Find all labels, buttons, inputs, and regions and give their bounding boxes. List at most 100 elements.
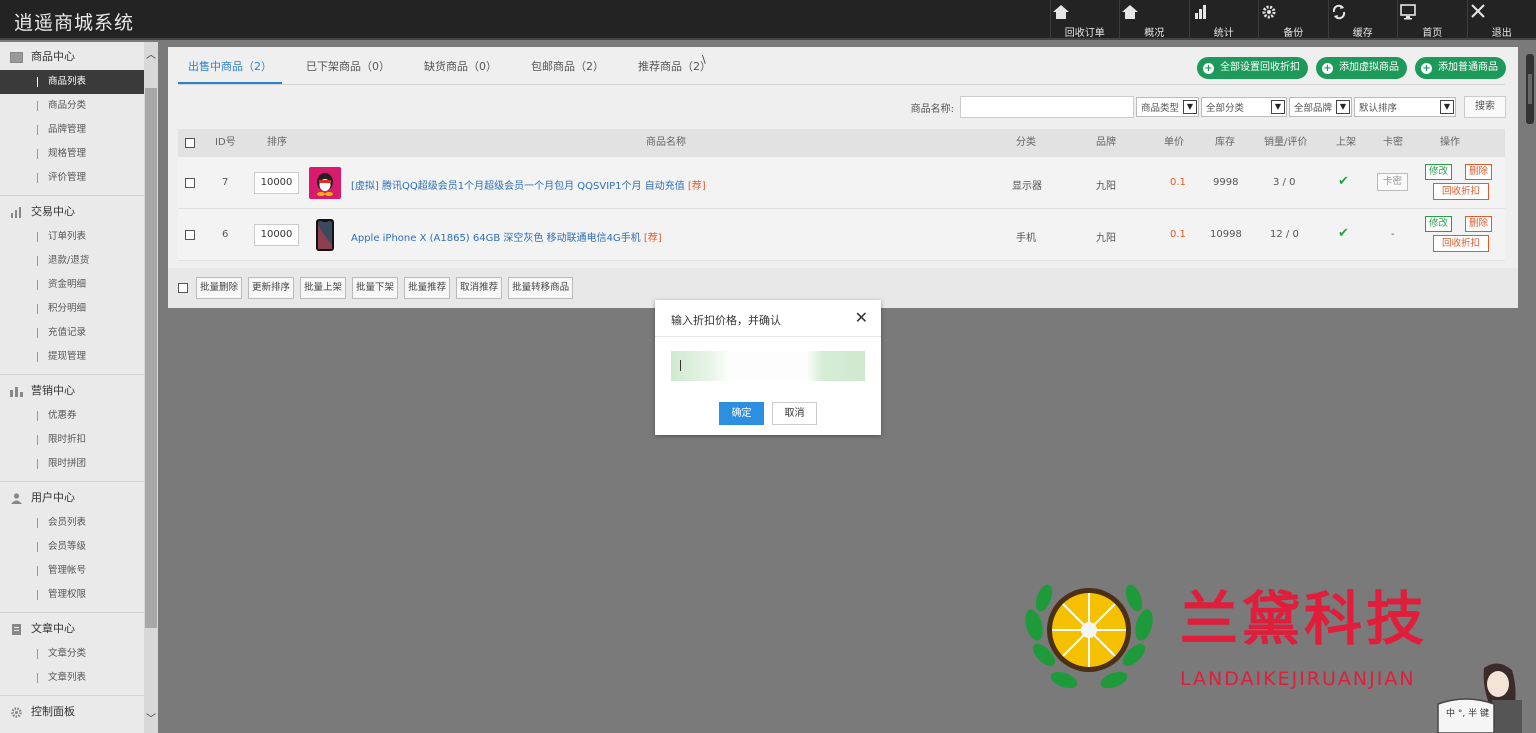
delete-button[interactable]: 删除 [1465,164,1493,180]
topnav-stats[interactable]: 统计 [1188,0,1259,40]
sidebar-item-admin-accounts[interactable]: 管理帐号 [0,559,158,583]
tab-free-shipping[interactable]: 包邮商品（2） [521,56,614,84]
sidebar-item-article-category[interactable]: 文章分类 [0,642,158,666]
sort-select[interactable]: 默认排序 ▼ [1354,97,1456,117]
discount-price-input[interactable] [671,351,865,381]
sidebar-item-article-list[interactable]: 文章列表 [0,666,158,690]
user-icon [11,492,22,504]
chevron-down-icon: ▼ [1182,100,1197,114]
sidebar-group-title[interactable]: 营销中心 [0,378,158,404]
batch-unlist-button[interactable]: 批量下架 [352,277,399,299]
sidebar-group-title[interactable]: 用户中心 [0,485,158,511]
sidebar-item-refund[interactable]: 退款/退货 [0,249,158,273]
card-key-button[interactable]: 卡密 [1377,173,1409,191]
add-virtual-goods-button[interactable]: + 添加虚拟商品 [1316,57,1407,79]
sidebar-item-orders[interactable]: 订单列表 [0,225,158,249]
batch-delete-button[interactable]: 批量删除 [196,277,243,299]
recycle-discount-button[interactable]: 回收折扣 [1433,235,1490,252]
batch-list-button[interactable]: 批量上架 [300,277,347,299]
select-all-checkbox[interactable] [185,138,195,148]
sidebar-item-goods-category[interactable]: 商品分类 [0,94,158,118]
chevron-down-icon: ▼ [1270,100,1285,114]
scroll-up-icon[interactable]: ︿ [146,46,156,61]
sidebar-item-members[interactable]: 会员列表 [0,511,158,535]
sidebar-group-title[interactable]: 控制面板 [0,699,158,725]
row-stock: 9998 [1213,177,1239,188]
goods-name-input[interactable] [959,96,1134,118]
tab-off-shelf[interactable]: 已下架商品（0） [296,56,400,84]
close-icon[interactable]: ✕ [855,309,868,327]
sidebar-item-withdraw[interactable]: 提现管理 [0,345,158,369]
iphone-thumbnail [316,219,334,251]
batch-move-button[interactable]: 批量转移商品 [508,277,574,299]
update-sort-button[interactable]: 更新排序 [248,277,295,299]
brand-select[interactable]: 全部品牌 ▼ [1288,97,1352,117]
tab-out-of-stock[interactable]: 缺货商品（0） [414,56,507,84]
col-listed: 上架 [1336,137,1356,148]
row-category: 手机 [1016,233,1036,244]
search-button[interactable]: 搜索 [1464,96,1506,118]
topnav-recycle-orders[interactable]: 回收订单 [1049,0,1120,40]
delete-button[interactable]: 删除 [1465,216,1493,232]
row-checkbox[interactable] [185,178,195,188]
sidebar-item-goods-list[interactable]: 商品列表 [0,70,144,94]
divider [0,612,144,613]
row-price: 0.1 [1170,177,1186,188]
recycle-discount-button[interactable]: 回收折扣 [1433,183,1490,200]
add-normal-goods-button[interactable]: + 添加普通商品 [1415,57,1506,79]
set-recycle-discount-button[interactable]: + 全部设置回收折扣 [1197,57,1308,79]
sidebar-item-member-level[interactable]: 会员等级 [0,535,158,559]
sidebar-group-title[interactable]: 商品中心 [0,44,158,70]
recommend-tag: [荐] [643,233,662,244]
row-sales: 3 / 0 [1273,177,1296,188]
batch-select-all-checkbox[interactable] [178,283,188,293]
product-name-link[interactable]: [虚拟] 腾讯QQ超级会员1个月超级会员一个月包月 QQSVIP1个月 自动充值… [351,177,706,192]
sidebar-item-coupon[interactable]: 优惠券 [0,404,158,428]
topnav-logout[interactable]: 退出 [1466,0,1536,40]
tab-on-sale[interactable]: 出售中商品（2） [178,56,282,84]
sidebar-group-title[interactable]: 交易中心 [0,199,158,225]
plus-icon: + [1203,62,1214,74]
sidebar-item-brand[interactable]: 品牌管理 [0,118,158,142]
cancel-button[interactable]: 取消 [772,402,817,425]
topnav-home[interactable]: 首页 [1397,0,1467,40]
text-caret [680,360,681,371]
sidebar-item-funds[interactable]: 资金明细 [0,273,158,297]
sort-input[interactable]: 10000 [254,172,299,194]
tab-recommended[interactable]: 推荐商品（2） [628,56,721,84]
topnav-cache[interactable]: 缓存 [1327,0,1398,40]
edit-button[interactable]: 修改 [1425,164,1453,180]
listed-check-icon[interactable]: ✔ [1338,226,1349,241]
sidebar-item-spec[interactable]: 规格管理 [0,142,158,166]
dialog-title: 输入折扣价格，并确认 [671,314,781,327]
sidebar-item-points[interactable]: 积分明细 [0,297,158,321]
topnav-backup[interactable]: 备份 [1258,0,1328,40]
row-card: - [1391,229,1395,240]
col-sort: 排序 [267,137,287,148]
sort-input[interactable]: 10000 [254,224,299,246]
product-name-link[interactable]: Apple iPhone X (A1865) 64GB 深空灰色 移动联通电信4… [351,229,662,244]
filter-bar: 商品名称: 商品类型 ▼ 全部分类 ▼ 全部品牌 ▼ 默认排序 ▼ 搜索 [911,96,1506,118]
listed-check-icon[interactable]: ✔ [1338,174,1349,189]
cancel-recommend-button[interactable]: 取消推荐 [456,277,503,299]
sidebar-item-discount[interactable]: 限时折扣 [0,428,158,452]
page-scrollbar[interactable] [1524,54,1536,124]
goods-type-select[interactable]: 商品类型 ▼ [1135,97,1199,117]
row-checkbox[interactable] [185,230,195,240]
row-brand: 九阳 [1096,233,1116,244]
category-select[interactable]: 全部分类 ▼ [1200,97,1287,117]
sidebar-item-review[interactable]: 评价管理 [0,166,158,190]
divider [178,84,1505,85]
topnav-overview[interactable]: 概况 [1119,0,1189,40]
bar-chart-icon [1194,5,1206,19]
edit-button[interactable]: 修改 [1425,216,1453,232]
sidebar-item-groupbuy[interactable]: 限时拼团 [0,452,158,476]
refresh-icon [1332,4,1345,20]
batch-recommend-button[interactable]: 批量推荐 [404,277,451,299]
sidebar-group-goods: 商品中心 商品列表 商品分类 品牌管理 规格管理 评价管理 [0,42,158,190]
sidebar-item-recharge[interactable]: 充值记录 [0,321,158,345]
sidebar-item-permissions[interactable]: 管理权限 [0,583,158,607]
sidebar-group-title[interactable]: 文章中心 [0,616,158,642]
confirm-button[interactable]: 确定 [719,402,764,425]
scroll-down-icon[interactable]: ﹀ [146,710,156,725]
